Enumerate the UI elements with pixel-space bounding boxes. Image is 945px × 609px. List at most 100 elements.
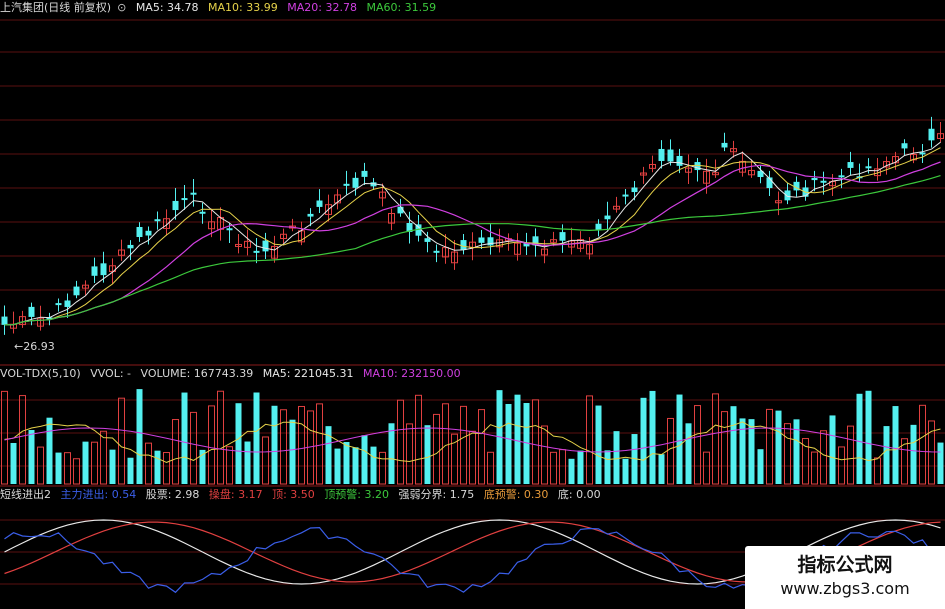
volume-bar — [172, 419, 179, 485]
volume-bar — [604, 450, 611, 484]
watermark-logo: 指标公式网 www.zbgs3.com — [745, 546, 945, 609]
candle-body — [604, 215, 611, 220]
volume-bar — [622, 458, 629, 484]
volume-bar — [253, 392, 260, 484]
chart-canvas[interactable] — [0, 0, 945, 609]
volume-bar — [442, 403, 449, 485]
candle-body — [595, 223, 602, 230]
volume-value: VOLUME: 167743.39 — [140, 367, 254, 380]
volume-bar — [694, 405, 701, 485]
candle-body — [838, 175, 845, 178]
volume-bar — [838, 446, 845, 485]
volume-bar — [109, 449, 116, 484]
candle-body — [622, 194, 629, 197]
volume-bar — [379, 451, 386, 485]
volume-bar — [235, 403, 242, 484]
volume-bar — [343, 442, 350, 484]
volume-bar — [676, 394, 683, 484]
volume-bar — [730, 406, 737, 484]
volume-bar — [397, 399, 404, 485]
volume-bar — [703, 451, 710, 485]
candle-body — [928, 128, 935, 141]
volume-bar — [226, 446, 233, 485]
volume-bar — [316, 403, 323, 485]
volume-ma5-line — [4, 421, 941, 463]
candle-body — [820, 180, 827, 183]
candle-body — [253, 250, 260, 253]
candle-body — [343, 183, 350, 186]
volume-bar — [289, 419, 296, 484]
candle-body — [226, 228, 233, 231]
operate-value: 操盘: 3.17 — [208, 488, 263, 501]
volume-bar — [550, 451, 557, 485]
candle-body — [424, 238, 431, 242]
watermark-url: www.zbgs3.com — [780, 579, 910, 598]
volume-bar — [388, 423, 395, 484]
candle-body — [676, 155, 683, 166]
vol-ma5-value: MA5: 221045.31 — [262, 367, 354, 380]
ma20-value: MA20: 32.78 — [287, 1, 357, 14]
volume-bar — [514, 394, 521, 484]
indicator-title: 短线进出2 — [0, 488, 51, 501]
volume-bar — [910, 424, 917, 484]
indicator-panel-header: 短线进出2 主力进出: 0.54 股票: 2.98 操盘: 3.17 顶: 3.… — [0, 488, 607, 502]
candle-body — [190, 192, 197, 195]
volume-bar — [298, 405, 305, 485]
volume-bar — [370, 446, 377, 484]
stock-title: 上汽集团(日线 前复权) — [0, 1, 112, 14]
candle-body — [307, 213, 314, 217]
volume-bar — [532, 399, 539, 485]
volume-bar — [280, 409, 287, 485]
volume-bar — [919, 404, 926, 485]
watermark-title: 指标公式网 — [797, 554, 893, 576]
candle-body — [901, 143, 908, 149]
volume-bar — [766, 408, 773, 485]
top-warning-value: 顶预警: 3.20 — [324, 488, 390, 501]
candle-body — [199, 211, 206, 214]
volume-bar — [415, 394, 422, 485]
volume-bar — [127, 457, 134, 484]
volume-bar — [82, 441, 89, 484]
volume-bar — [937, 442, 944, 484]
candle-body — [172, 200, 179, 211]
volume-bar — [460, 405, 467, 485]
volume-bar — [478, 409, 485, 485]
candle-body — [865, 166, 872, 169]
volume-bar — [145, 442, 152, 485]
settings-icon[interactable]: ⊙ — [117, 1, 126, 14]
volume-bar — [685, 423, 692, 484]
volume-bar — [118, 397, 125, 485]
volume-bar — [190, 411, 197, 485]
volume-bar — [586, 395, 593, 485]
ma10-value: MA10: 33.99 — [208, 1, 278, 14]
volume-panel-header: VOL-TDX(5,10) VVOL: - VOLUME: 167743.39 … — [0, 367, 467, 381]
volume-bar — [883, 426, 890, 484]
candle-body — [316, 200, 323, 207]
candle-body — [64, 300, 71, 307]
bottom-warning-value: 底预警: 0.30 — [483, 488, 549, 501]
candle-body — [460, 240, 467, 250]
ma5-value: MA5: 34.78 — [135, 1, 199, 14]
main-force-value: 主力进出: 0.54 — [60, 488, 137, 501]
volume-bar — [505, 403, 512, 484]
volume-bar — [154, 450, 161, 484]
volume-bar — [829, 415, 836, 484]
candle-body — [136, 226, 143, 238]
volume-bar — [244, 441, 251, 484]
volume-bar — [262, 436, 269, 485]
volume-bar — [64, 452, 71, 485]
candle-body — [28, 306, 35, 317]
volume-bar — [19, 395, 26, 485]
candle-body — [658, 148, 665, 161]
candle-body — [433, 250, 440, 253]
volume-bar — [136, 389, 143, 484]
volume-bar — [739, 418, 746, 484]
ma60-value: MA60: 31.59 — [366, 1, 437, 14]
volume-bar — [667, 417, 674, 485]
candle-body — [100, 263, 107, 276]
stock-value: 股票: 2.98 — [145, 488, 200, 501]
volume-bar — [28, 430, 35, 484]
vol-ma10-value: MA10: 232150.00 — [362, 367, 461, 380]
volume-bar — [721, 411, 728, 485]
volume-ma10-line — [4, 427, 941, 453]
